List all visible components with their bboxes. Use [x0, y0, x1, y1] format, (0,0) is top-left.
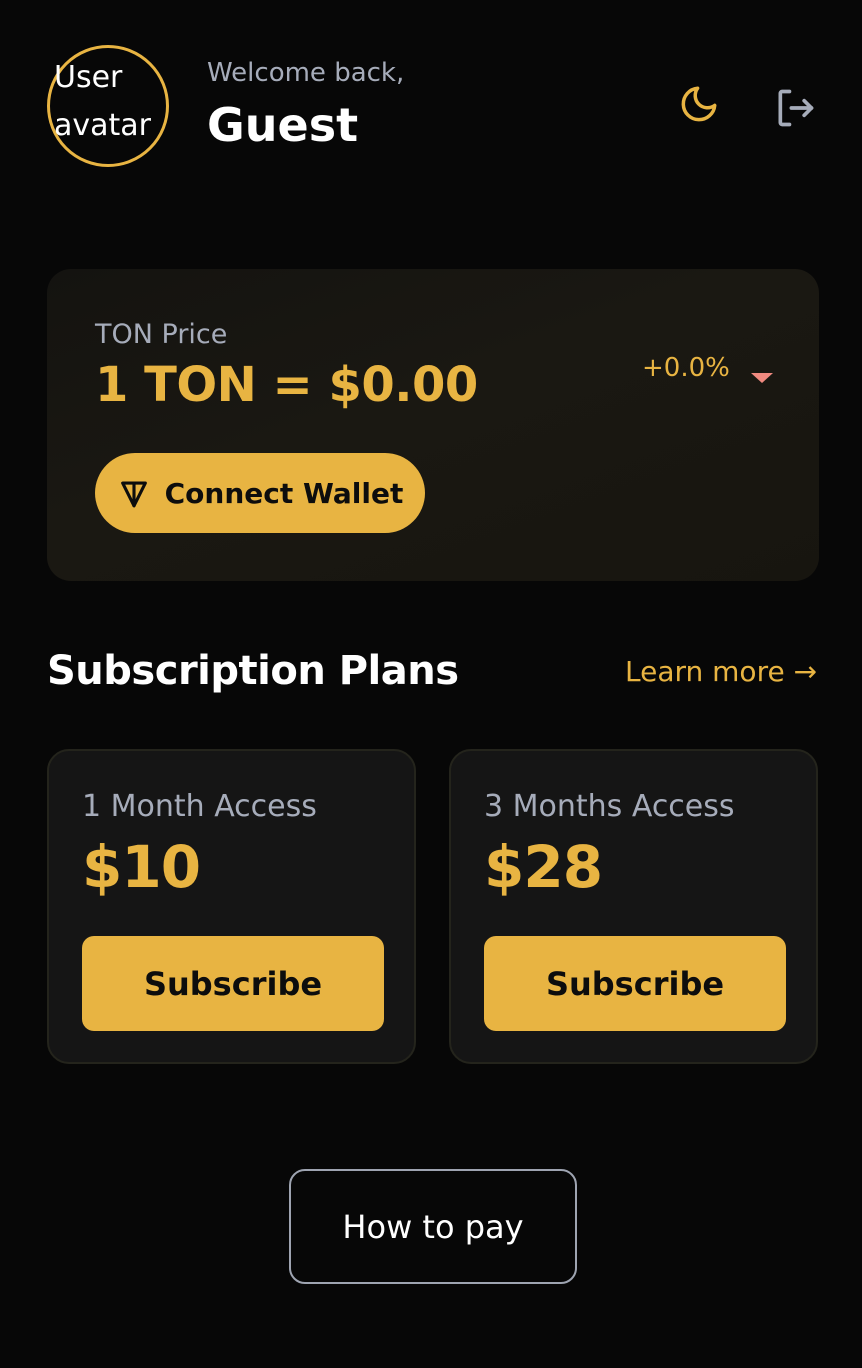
welcome-text: Welcome back,: [207, 58, 405, 88]
section-title: Subscription Plans: [47, 648, 459, 694]
plan-name: 3 Months Access: [484, 789, 735, 824]
avatar-alt-text: User avatar: [54, 60, 152, 143]
subscribe-label: Subscribe: [545, 964, 725, 1003]
plan-card: 3 Months Access $28 Subscribe: [449, 749, 818, 1064]
avatar[interactable]: User avatar: [47, 45, 169, 167]
price-value: 1 TON = $0.00: [95, 357, 478, 413]
moon-icon: [681, 86, 717, 122]
subscribe-button[interactable]: Subscribe: [484, 936, 786, 1031]
username: Guest: [207, 98, 359, 152]
app-page: User avatar Welcome back, Guest TON Pric…: [0, 0, 862, 1368]
theme-toggle-button[interactable]: [675, 80, 723, 128]
change-down-arrow-icon: [751, 373, 773, 383]
logout-icon: [778, 89, 814, 127]
logout-button[interactable]: [771, 84, 819, 132]
plan-price: $28: [484, 833, 603, 901]
how-to-pay-label: How to pay: [342, 1207, 524, 1246]
price-change: +0.0%: [642, 353, 730, 383]
how-to-pay-button[interactable]: How to pay: [289, 1169, 577, 1284]
price-label: TON Price: [95, 319, 228, 350]
connect-wallet-label: Connect Wallet: [164, 476, 404, 510]
plan-card: 1 Month Access $10 Subscribe: [47, 749, 416, 1064]
subscribe-button[interactable]: Subscribe: [82, 936, 384, 1031]
connect-wallet-button[interactable]: Connect Wallet: [95, 453, 425, 533]
learn-more-link[interactable]: Learn more →: [625, 655, 817, 688]
ton-price-card: TON Price 1 TON = $0.00 +0.0% Connect Wa…: [47, 269, 819, 581]
plan-name: 1 Month Access: [82, 789, 317, 824]
plan-price: $10: [82, 833, 201, 901]
subscribe-label: Subscribe: [143, 964, 323, 1003]
ton-icon: [120, 481, 147, 508]
